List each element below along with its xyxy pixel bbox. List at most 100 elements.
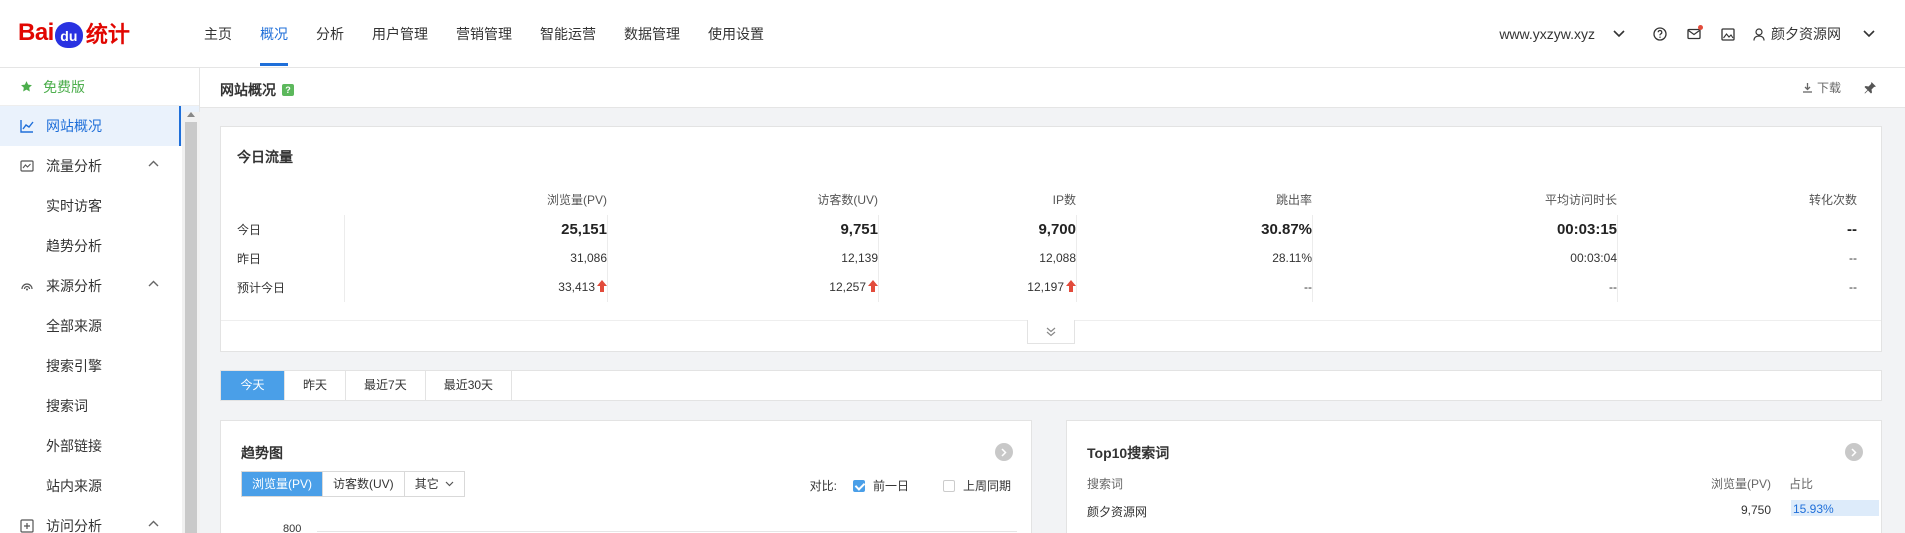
free-edition[interactable]: 免费版: [0, 68, 199, 106]
table-row: 今日 25,151 9,751 9,700 30.87% 00:03:15 --: [237, 215, 1867, 244]
cell-value: --: [1076, 273, 1312, 302]
metric-other-dropdown[interactable]: 其它: [405, 472, 464, 496]
nav-analysis[interactable]: 分析: [302, 0, 358, 68]
table-row: 昨日 31,086 12,139 12,088 28.11% 00:03:04 …: [237, 244, 1867, 273]
up-arrow-icon: [868, 280, 878, 292]
chevron-up-icon: [148, 280, 159, 287]
gridline: [317, 531, 1017, 532]
scroll-up-arrow-icon[interactable]: [187, 112, 195, 117]
compare-last-week-checkbox[interactable]: [942, 479, 955, 492]
sidebar-subitem-trend[interactable]: 趋势分析: [0, 226, 199, 266]
sidebar-subitem-search-engine[interactable]: 搜索引擎: [0, 346, 199, 386]
user-icon: [1753, 27, 1765, 41]
traffic-table-header: 浏览量(PV) 访客数(UV) IP数 跳出率 平均访问时长 转化次数: [237, 185, 1867, 215]
chevron-up-icon: [148, 520, 159, 527]
cell-value: --: [1617, 215, 1857, 244]
message-icon[interactable]: [1685, 25, 1703, 43]
tab-yesterday[interactable]: 昨天: [285, 371, 347, 400]
tab-today[interactable]: 今天: [221, 371, 285, 400]
page-header: 网站概况 ? 下载: [200, 68, 1905, 108]
sidebar-subitem-all-sources[interactable]: 全部来源: [0, 306, 199, 346]
help-badge-icon[interactable]: ?: [282, 84, 294, 96]
sidebar-scrollbar[interactable]: [182, 112, 200, 533]
cell-value: 12,197: [878, 273, 1076, 302]
col-header-term: 搜索词: [1087, 477, 1124, 491]
star-icon: [21, 81, 32, 92]
chevron-down-icon: [1613, 30, 1625, 38]
col-header-conversions: 转化次数: [1808, 192, 1857, 207]
share-bar: 15.93%: [1791, 500, 1879, 516]
nav-home[interactable]: 主页: [190, 0, 246, 68]
col-header-pv: 浏览量(PV): [546, 192, 607, 207]
more-arrow-icon[interactable]: [995, 443, 1013, 461]
row-label-forecast: 预计今日: [237, 281, 286, 295]
help-icon[interactable]: [1651, 25, 1669, 43]
date-range-tabs: 今天 昨天 最近7天 最近30天: [220, 370, 1882, 401]
today-traffic-title: 今日流量: [237, 149, 293, 165]
search-term[interactable]: 颜夕资源网: [1087, 503, 1147, 520]
compare-label: 对比:: [809, 479, 837, 493]
cell-value: 9,700: [878, 215, 1076, 244]
baidu-tongji-logo[interactable]: Bai du 统计: [18, 16, 130, 50]
cell-value: 33,413: [344, 273, 607, 302]
metric-uv[interactable]: 访客数(UV): [323, 472, 405, 496]
compare-prev-day-checkbox[interactable]: [852, 479, 865, 492]
pin-icon[interactable]: [1863, 81, 1877, 95]
sidebar-item-visit-analysis[interactable]: 访问分析: [0, 506, 199, 533]
col-header-share: 占比: [1789, 477, 1814, 491]
col-header-avg-duration: 平均访问时长: [1544, 192, 1617, 207]
tab-last-7-days[interactable]: 最近7天: [346, 371, 426, 400]
double-chevron-down-icon: [1046, 327, 1056, 336]
scrollbar-thumb[interactable]: [185, 122, 197, 533]
nav-smart-ops[interactable]: 智能运营: [526, 0, 610, 68]
sidebar-subitem-external-links[interactable]: 外部链接: [0, 426, 199, 466]
top10-search-terms-card: Top10搜索词 搜索词 浏览量(PV) 占比 颜夕资源网 9,750 15.9…: [1066, 420, 1882, 533]
sidebar-item-traffic-analysis[interactable]: 流量分析: [0, 146, 199, 186]
source-icon: [20, 279, 34, 293]
nav-marketing[interactable]: 营销管理: [442, 0, 526, 68]
nav-data-management[interactable]: 数据管理: [610, 0, 694, 68]
metric-pv[interactable]: 浏览量(PV): [242, 472, 324, 496]
line-chart-icon: [20, 119, 34, 133]
nav-settings[interactable]: 使用设置: [694, 0, 778, 68]
sidebar: 免费版 网站概况 流量分析 实时访客 趋势分析 来源分析 全部来源 搜索引擎 搜…: [0, 68, 200, 533]
col-header-bounce: 跳出率: [1275, 192, 1312, 207]
nav-user-management[interactable]: 用户管理: [358, 0, 442, 68]
metric-selector: 浏览量(PV) 访客数(UV) 其它: [241, 471, 465, 497]
share-value: 15.93%: [1793, 502, 1834, 516]
cell-value: 31,086: [344, 244, 607, 273]
compare-last-week-label: 上周同期: [962, 479, 1011, 493]
download-button[interactable]: 下载: [1802, 79, 1841, 96]
cell-value: 9,751: [607, 215, 878, 244]
search-term-pv: 9,750: [1740, 503, 1771, 517]
traffic-table: 浏览量(PV) 访客数(UV) IP数 跳出率 平均访问时长 转化次数 今日 2…: [237, 185, 1867, 302]
tab-last-30-days[interactable]: 最近30天: [426, 371, 513, 400]
more-arrow-icon[interactable]: [1845, 443, 1863, 461]
trend-title: 趋势图: [241, 445, 283, 461]
image-icon[interactable]: [1719, 25, 1737, 43]
up-arrow-icon: [1066, 280, 1076, 292]
sidebar-item-overview[interactable]: 网站概况: [0, 106, 199, 146]
compare-options: 对比: 前一日 上周同期: [810, 477, 1011, 494]
chevron-down-icon: [1863, 30, 1875, 38]
sidebar-subitem-realtime[interactable]: 实时访客: [0, 186, 199, 226]
sidebar-subitem-internal-sources[interactable]: 站内来源: [0, 466, 199, 506]
chevron-down-icon: [445, 481, 454, 487]
sidebar-item-source-analysis[interactable]: 来源分析: [0, 266, 199, 306]
sidebar-subitem-search-terms[interactable]: 搜索词: [0, 386, 199, 426]
cell-value: 28.11%: [1076, 244, 1312, 273]
traffic-icon: [20, 159, 34, 173]
notification-dot: [1698, 25, 1703, 30]
col-header-ip: IP数: [1052, 192, 1076, 207]
user-menu[interactable]: 颜夕资源网: [1753, 24, 1875, 44]
expand-button[interactable]: [1027, 320, 1075, 344]
cell-value: --: [1312, 273, 1617, 302]
row-label-yesterday: 昨日: [237, 252, 262, 266]
top10-title: Top10搜索词: [1087, 445, 1170, 461]
nav-overview[interactable]: 概况: [246, 0, 302, 68]
cell-value: --: [1617, 244, 1857, 273]
trend-card: 趋势图 浏览量(PV) 访客数(UV) 其它 对比: 前一日 上周同期 800: [220, 420, 1032, 533]
site-selector[interactable]: www.yxzyw.xyz: [1499, 26, 1625, 42]
cell-value: 25,151: [344, 215, 607, 244]
cell-value: 12,139: [607, 244, 878, 273]
